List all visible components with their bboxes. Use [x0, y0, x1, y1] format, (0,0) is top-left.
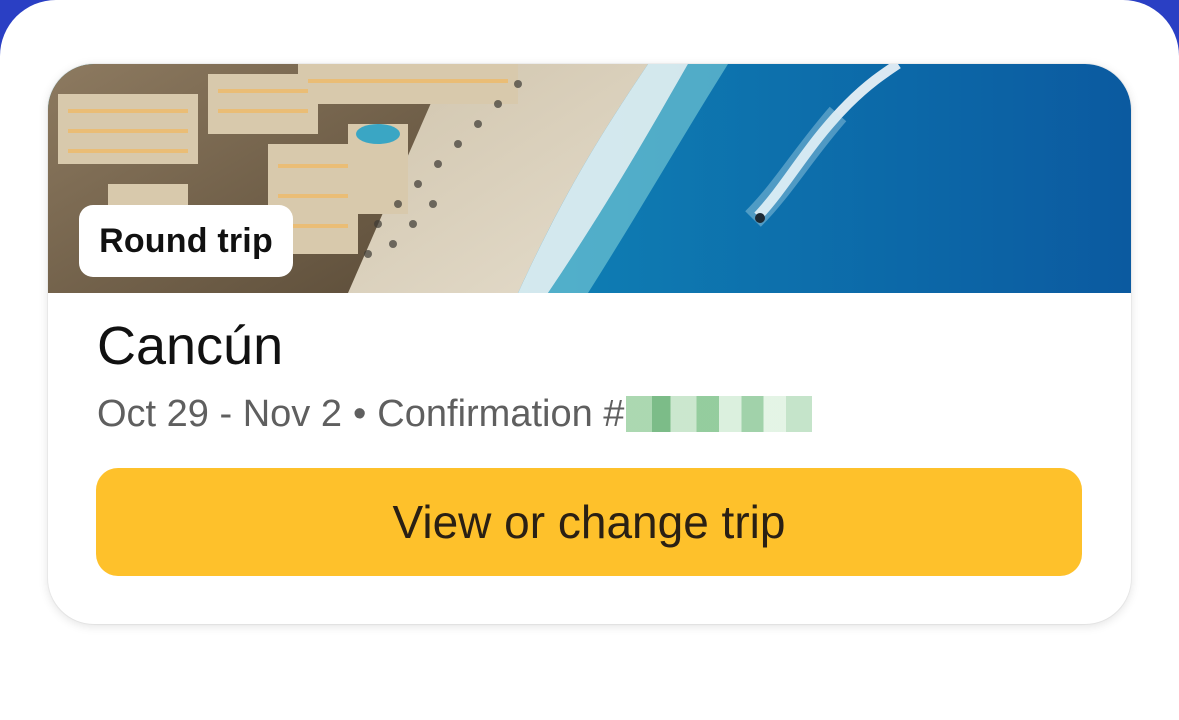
- trip-details: Oct 29 - Nov 2 • Confirmation #: [97, 392, 813, 436]
- confirmation-label: Confirmation #: [377, 393, 625, 435]
- destination-photo: Round trip: [48, 64, 1131, 293]
- trip-type-badge: Round trip: [79, 205, 293, 277]
- modal-sheet: Round trip Cancún Oct 29 - Nov 2 • Confi…: [0, 0, 1179, 720]
- redacted-confirmation-number: [626, 396, 813, 432]
- trip-card[interactable]: Round trip Cancún Oct 29 - Nov 2 • Confi…: [48, 64, 1131, 624]
- trip-dates: Oct 29 - Nov 2: [97, 393, 342, 435]
- separator-dot: •: [352, 393, 367, 435]
- destination-title: Cancún: [97, 316, 284, 376]
- view-or-change-trip-button[interactable]: View or change trip: [96, 468, 1082, 576]
